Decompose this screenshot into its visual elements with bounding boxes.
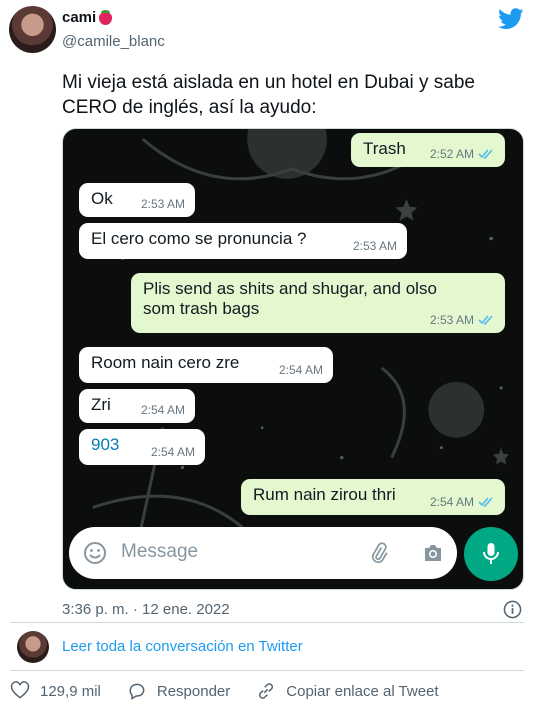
attach-icon[interactable] — [367, 541, 391, 565]
link-icon — [259, 683, 274, 699]
twitter-logo-icon[interactable] — [498, 8, 524, 30]
read-ticks-icon — [478, 497, 493, 507]
info-icon[interactable] — [503, 600, 522, 619]
camera-icon[interactable] — [421, 541, 445, 565]
copy-link-button[interactable]: Copiar enlace al Tweet — [256, 681, 439, 701]
read-ticks-icon — [478, 315, 493, 325]
like-button[interactable]: 129,9 mil — [10, 681, 101, 701]
tweet-actions: 129,9 mil Responder Copiar enlace al Twe… — [10, 681, 465, 701]
strawberry-icon — [98, 10, 113, 25]
author-avatar-small[interactable] — [17, 631, 49, 663]
chat-message-incoming[interactable]: El cero como se pronuncia ? 2:53 AM — [79, 223, 407, 259]
emoji-icon[interactable] — [83, 541, 107, 565]
divider — [10, 670, 524, 671]
voice-message-button[interactable] — [464, 527, 518, 581]
chat-message-incoming[interactable]: Room nain cero zre 2:54 AM — [79, 347, 333, 383]
read-ticks-icon — [478, 149, 493, 159]
author-handle[interactable]: @camile_blanc — [62, 33, 165, 50]
author-name[interactable]: cami — [62, 9, 113, 26]
message-composer[interactable]: Message — [69, 527, 457, 579]
tweet-card: cami @camile_blanc Mi vieja está aislada… — [0, 0, 534, 709]
reply-button[interactable]: Responder — [127, 681, 230, 701]
chat-message-outgoing[interactable]: Plis send as shits and shugar, and olso … — [131, 273, 505, 333]
reply-icon — [129, 683, 145, 700]
microphone-icon — [483, 543, 499, 564]
divider — [10, 622, 524, 623]
chat-message-outgoing[interactable]: Trash 2:52 AM — [351, 133, 505, 167]
tweet-timestamp[interactable]: 3:36 p. m. · 12 ene. 2022 — [62, 601, 230, 618]
chat-message-incoming[interactable]: Ok 2:53 AM — [79, 183, 195, 217]
like-count: 129,9 mil — [40, 682, 101, 700]
tweet-media-image[interactable]: Trash 2:52 AM Ok 2:53 AM El cero como se… — [62, 128, 524, 590]
chat-message-outgoing[interactable]: Rum nain zirou thri 2:54 AM — [241, 479, 505, 515]
chat-message-incoming[interactable]: 903 2:54 AM — [79, 429, 205, 465]
chat-message-incoming[interactable]: Zri 2:54 AM — [79, 389, 195, 423]
read-conversation-link[interactable]: Leer toda la conversación en Twitter — [62, 638, 303, 655]
tweet-text: Mi vieja está aislada en un hotel en Dub… — [62, 72, 475, 118]
message-input[interactable]: Message — [121, 541, 198, 563]
phone-number-link[interactable]: 903 — [91, 435, 119, 455]
author-avatar[interactable] — [9, 6, 56, 53]
heart-icon — [10, 681, 30, 699]
